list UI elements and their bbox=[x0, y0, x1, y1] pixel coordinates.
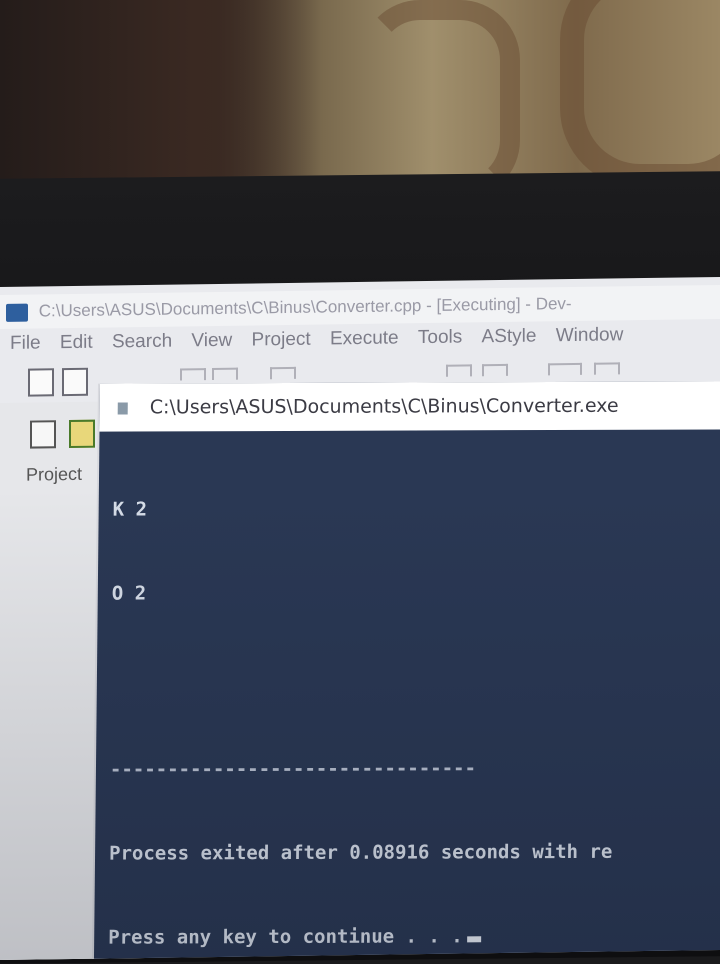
console-title-text: C:\Users\ASUS\Documents\C\Binus\Converte… bbox=[149, 394, 619, 419]
console-title-bar: C:\Users\ASUS\Documents\C\Binus\Converte… bbox=[99, 381, 720, 432]
console-output: K 2 O 2 --------------------------------… bbox=[107, 437, 720, 960]
app-icon bbox=[6, 303, 28, 322]
project-tab-label[interactable]: Project bbox=[26, 464, 82, 486]
toolbar-icon[interactable] bbox=[482, 363, 508, 377]
toolbar-icon[interactable] bbox=[180, 368, 206, 381]
menu-item-astyle[interactable]: AStyle bbox=[482, 326, 537, 349]
menu-item-window[interactable]: Window bbox=[556, 324, 624, 347]
menu-item-view[interactable]: View bbox=[191, 330, 232, 353]
console-prompt-line: Press any key to continue . . . bbox=[108, 921, 720, 951]
ide-title-text: C:\Users\ASUS\Documents\C\Binus\Converte… bbox=[38, 294, 572, 321]
console-icon bbox=[117, 402, 128, 415]
toolbar-icon[interactable] bbox=[446, 364, 472, 377]
ide-title-bar: C:\Users\ASUS\Documents\C\Binus\Converte… bbox=[0, 284, 720, 329]
console-separator: -------------------------------- bbox=[109, 757, 477, 781]
panel-toolbar bbox=[30, 419, 103, 453]
open-file-icon[interactable] bbox=[62, 367, 88, 397]
new-file-icon[interactable] bbox=[28, 368, 54, 397]
menu-item-edit[interactable]: Edit bbox=[60, 332, 93, 354]
console-line: Process exited after 0.08916 seconds wit… bbox=[108, 840, 613, 865]
curtain-pattern bbox=[560, 0, 720, 188]
console-line: K 2 bbox=[112, 498, 148, 521]
curtain-pattern bbox=[360, 0, 520, 200]
door-frame bbox=[0, 0, 320, 200]
toolbar-icon[interactable] bbox=[594, 362, 620, 375]
room-background bbox=[0, 0, 720, 200]
menu-bar: File Edit Search View Project Execute To… bbox=[0, 323, 720, 363]
menu-item-tools[interactable]: Tools bbox=[418, 327, 462, 350]
toolbar-icon[interactable] bbox=[212, 367, 238, 381]
monitor-screen: C:\Users\ASUS\Documents\C\Binus\Converte… bbox=[0, 276, 720, 960]
menu-item-project[interactable]: Project bbox=[252, 329, 311, 352]
console-window[interactable]: C:\Users\ASUS\Documents\C\Binus\Converte… bbox=[93, 381, 720, 960]
text-cursor bbox=[466, 936, 481, 943]
toolbar-icon[interactable] bbox=[270, 366, 296, 380]
back-icon[interactable] bbox=[30, 420, 56, 449]
menu-item-execute[interactable]: Execute bbox=[330, 327, 399, 350]
menu-item-file[interactable]: File bbox=[10, 332, 41, 354]
add-icon[interactable] bbox=[69, 419, 96, 449]
console-prompt-text: Press any key to continue . . . bbox=[108, 925, 463, 949]
toolbar-icon[interactable] bbox=[548, 362, 582, 376]
menu-item-search[interactable]: Search bbox=[112, 331, 172, 354]
console-line: O 2 bbox=[111, 582, 147, 605]
